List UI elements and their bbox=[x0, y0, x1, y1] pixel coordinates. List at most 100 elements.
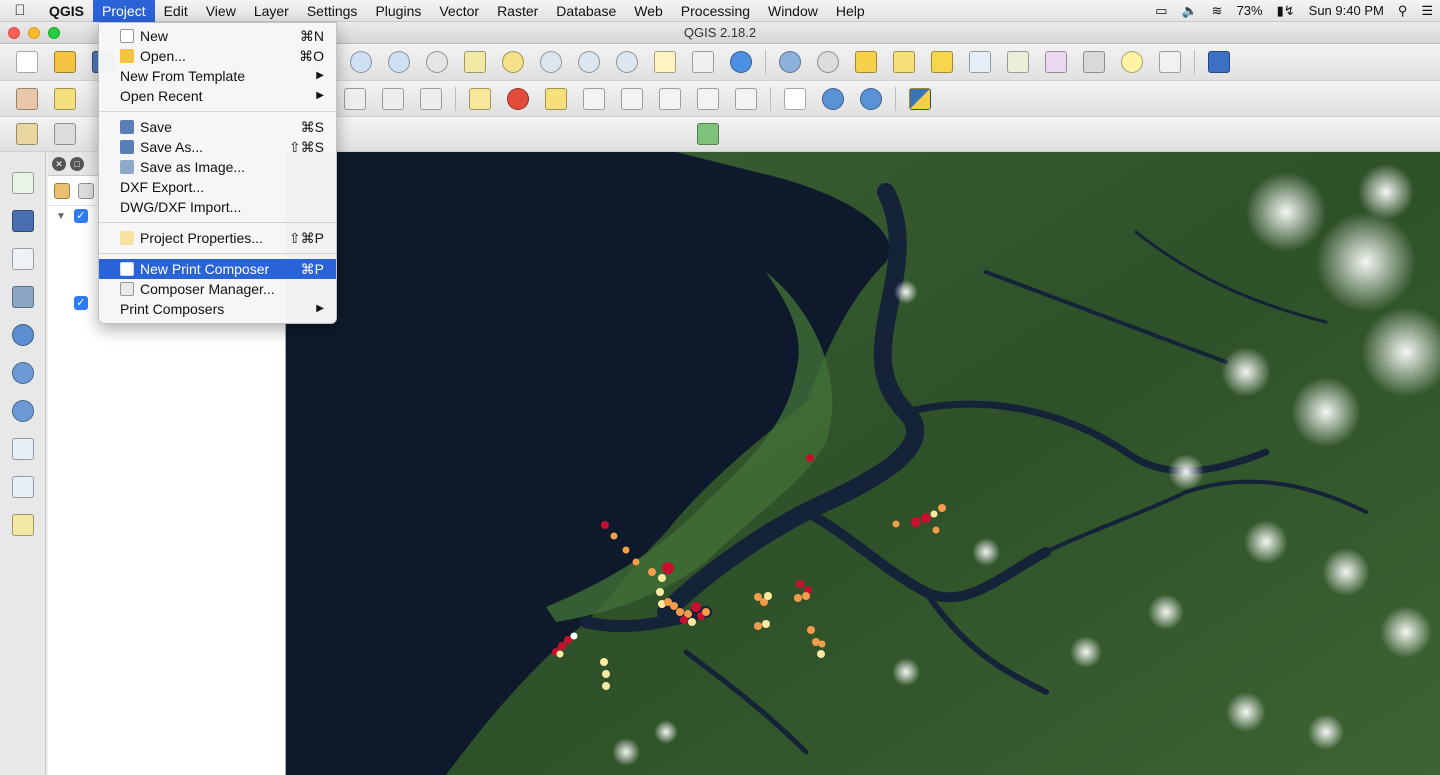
add-wms-layer-tool[interactable] bbox=[8, 320, 38, 350]
add-postgis-tool[interactable] bbox=[8, 282, 38, 312]
battery-icon[interactable]: ▮↯ bbox=[1270, 3, 1302, 19]
toggle-editing-tool[interactable] bbox=[50, 84, 80, 114]
add-wms-tool[interactable] bbox=[818, 84, 848, 114]
menu-layer[interactable]: Layer bbox=[245, 0, 298, 22]
menu-edit[interactable]: Edit bbox=[155, 0, 197, 22]
add-group-icon[interactable] bbox=[78, 182, 94, 199]
paste-features-tool[interactable] bbox=[416, 84, 446, 114]
expand-triangle-icon[interactable]: ▼ bbox=[56, 211, 66, 222]
layer-visibility-checkbox[interactable]: ✓ bbox=[73, 209, 88, 223]
menu-item-composer-manager[interactable]: Composer Manager... bbox=[99, 279, 336, 299]
deselect-tool[interactable] bbox=[927, 47, 957, 77]
new-bookmark-tool[interactable] bbox=[650, 47, 680, 77]
add-raster-layer-tool[interactable] bbox=[8, 206, 38, 236]
menu-raster[interactable]: Raster bbox=[488, 0, 547, 22]
search-globe-tool[interactable] bbox=[856, 84, 886, 114]
layer-row[interactable]: ▼ ✓ bbox=[56, 296, 88, 310]
add-gps-layer-tool[interactable] bbox=[8, 434, 38, 464]
add-wfs-layer-tool[interactable] bbox=[8, 396, 38, 426]
clock[interactable]: Sun 9:40 PM bbox=[1302, 3, 1391, 18]
menu-item-save-as-image[interactable]: Save as Image... bbox=[99, 157, 336, 177]
add-delimited-text-tool[interactable] bbox=[8, 472, 38, 502]
show-hide-labels-tool[interactable] bbox=[617, 84, 647, 114]
menu-processing[interactable]: Processing bbox=[672, 0, 759, 22]
wifi-icon[interactable]: ≋ bbox=[1205, 3, 1230, 19]
move-label-tool[interactable] bbox=[655, 84, 685, 114]
menu-item-dxf-export[interactable]: DXF Export... bbox=[99, 177, 336, 197]
help-tool[interactable] bbox=[1204, 47, 1234, 77]
menu-item-open[interactable]: Open... ⌘O bbox=[99, 46, 336, 66]
menu-item-new[interactable]: New ⌘N bbox=[99, 26, 336, 46]
menu-item-new-print-composer[interactable]: New Print Composer ⌘P bbox=[99, 259, 336, 279]
layer-visibility-checkbox[interactable]: ✓ bbox=[73, 296, 88, 310]
close-panel-icon[interactable]: ✕ bbox=[52, 156, 66, 171]
menu-app-qgis[interactable]: QGIS bbox=[40, 0, 93, 22]
add-wcs-layer-tool[interactable] bbox=[8, 358, 38, 388]
spotlight-icon[interactable]: ⚲ bbox=[1391, 3, 1415, 19]
csw-tool[interactable] bbox=[780, 84, 810, 114]
attribute-table-tool[interactable] bbox=[965, 47, 995, 77]
new-layer-tool[interactable] bbox=[8, 510, 38, 540]
zoom-last-tool[interactable] bbox=[574, 47, 604, 77]
change-label-tool[interactable] bbox=[731, 84, 761, 114]
python-console-tool[interactable] bbox=[905, 84, 935, 114]
menu-item-dwg-dxf-import[interactable]: DWG/DXF Import... bbox=[99, 197, 336, 217]
new-project-tool[interactable] bbox=[12, 47, 42, 77]
highlight-pinned-tool[interactable] bbox=[579, 84, 609, 114]
menu-item-project-properties[interactable]: Project Properties... ⇧⌘P bbox=[99, 228, 336, 248]
select-by-expression-tool[interactable] bbox=[889, 47, 919, 77]
layer-group-row[interactable]: ▼ ✓ bbox=[56, 209, 88, 223]
plugin-tool-1[interactable] bbox=[12, 119, 42, 149]
menu-database[interactable]: Database bbox=[547, 0, 625, 22]
zoom-full-tool[interactable] bbox=[460, 47, 490, 77]
plugin-tool-3[interactable] bbox=[693, 119, 723, 149]
run-feature-action-tool[interactable] bbox=[813, 47, 843, 77]
menu-vector[interactable]: Vector bbox=[430, 0, 488, 22]
layer-labeling-tool[interactable] bbox=[465, 84, 495, 114]
select-features-tool[interactable] bbox=[851, 47, 881, 77]
measure-tool[interactable] bbox=[1079, 47, 1109, 77]
current-edits-tool[interactable] bbox=[12, 84, 42, 114]
menu-window[interactable]: Window bbox=[759, 0, 827, 22]
zoom-selection-tool[interactable] bbox=[498, 47, 528, 77]
menu-item-new-from-template[interactable]: New From Template ▶ bbox=[99, 66, 336, 86]
zoom-in-tool[interactable] bbox=[346, 47, 376, 77]
menu-item-save[interactable]: Save ⌘S bbox=[99, 117, 336, 137]
map-canvas[interactable] bbox=[286, 152, 1440, 775]
zoom-native-tool[interactable] bbox=[422, 47, 452, 77]
plugin-tool-2[interactable] bbox=[50, 119, 80, 149]
menu-plugins[interactable]: Plugins bbox=[366, 0, 430, 22]
menu-item-open-recent[interactable]: Open Recent ▶ bbox=[99, 86, 336, 106]
menu-settings[interactable]: Settings bbox=[298, 0, 367, 22]
cut-features-tool[interactable] bbox=[340, 84, 370, 114]
statistics-tool[interactable] bbox=[1041, 47, 1071, 77]
zoom-layer-tool[interactable] bbox=[536, 47, 566, 77]
refresh-tool[interactable] bbox=[726, 47, 756, 77]
field-calculator-tool[interactable] bbox=[1003, 47, 1033, 77]
notification-center-icon[interactable]: ☰ bbox=[1414, 3, 1440, 19]
open-project-tool[interactable] bbox=[50, 47, 80, 77]
paint-brush-icon[interactable] bbox=[54, 182, 70, 199]
text-annotation-tool[interactable] bbox=[1155, 47, 1185, 77]
add-vector-layer-tool[interactable] bbox=[8, 168, 38, 198]
copy-features-tool[interactable] bbox=[378, 84, 408, 114]
map-tips-tool[interactable] bbox=[1117, 47, 1147, 77]
rotate-label-tool[interactable] bbox=[693, 84, 723, 114]
menu-web[interactable]: Web bbox=[625, 0, 672, 22]
add-spatialite-tool[interactable] bbox=[8, 244, 38, 274]
zoom-out-tool[interactable] bbox=[384, 47, 414, 77]
float-panel-icon[interactable]: □ bbox=[70, 156, 84, 171]
layer-diagram-tool[interactable] bbox=[503, 84, 533, 114]
menu-item-save-as[interactable]: Save As... ⇧⌘S bbox=[99, 137, 336, 157]
menu-item-print-composers[interactable]: Print Composers ▶ bbox=[99, 299, 336, 319]
volume-icon[interactable]: 🔈 bbox=[1174, 3, 1204, 19]
show-bookmarks-tool[interactable] bbox=[688, 47, 718, 77]
identify-tool[interactable] bbox=[775, 47, 805, 77]
menu-project[interactable]: Project bbox=[93, 0, 155, 22]
menu-view[interactable]: View bbox=[197, 0, 245, 22]
airplay-icon[interactable]: ▭ bbox=[1148, 3, 1174, 19]
menu-help[interactable]: Help bbox=[827, 0, 874, 22]
apple-icon[interactable]:  bbox=[0, 2, 40, 19]
pin-labels-tool[interactable] bbox=[541, 84, 571, 114]
zoom-next-tool[interactable] bbox=[612, 47, 642, 77]
